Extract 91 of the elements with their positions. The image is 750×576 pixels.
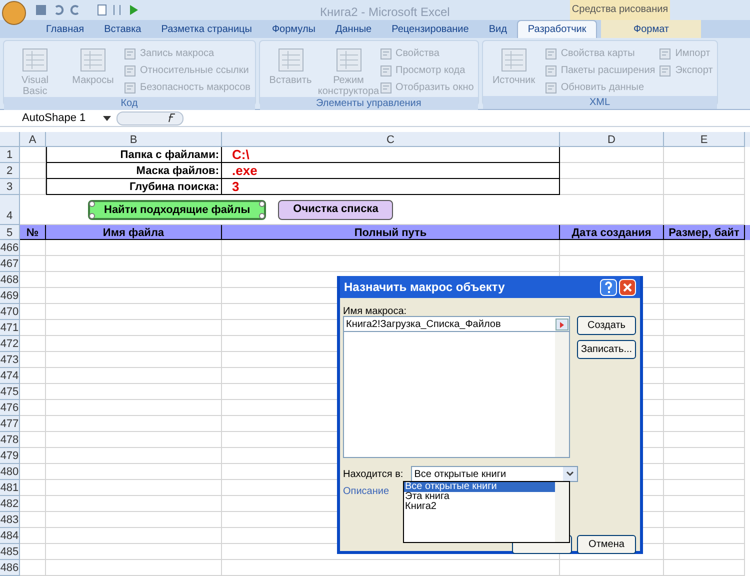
row-header[interactable]: 475 xyxy=(0,384,20,400)
ribbon-tab[interactable]: Вставка xyxy=(94,20,152,38)
macro-shape-button[interactable]: Очистка списка xyxy=(278,200,394,220)
ribbon-tab[interactable]: Разработчик xyxy=(516,20,598,38)
command-icon xyxy=(380,82,392,94)
row-header[interactable]: 2 xyxy=(0,163,20,179)
command-icon xyxy=(124,82,136,94)
command-icon xyxy=(544,48,557,60)
column-header[interactable]: B xyxy=(46,132,222,147)
command-icon xyxy=(659,64,672,76)
row-header[interactable]: 473 xyxy=(0,352,20,368)
table-header: № xyxy=(20,225,46,240)
row-header[interactable]: 5 xyxy=(0,225,20,240)
row-header[interactable]: 484 xyxy=(0,528,20,544)
column-header[interactable]: C xyxy=(222,132,560,147)
row-header[interactable]: 480 xyxy=(0,464,20,480)
row-header[interactable]: 478 xyxy=(0,432,20,448)
scrollbar[interactable] xyxy=(555,332,569,457)
group-title: XML xyxy=(482,96,717,109)
caret-icon[interactable] xyxy=(563,467,578,481)
row-header[interactable]: 1 xyxy=(0,147,20,163)
row-header[interactable]: 471 xyxy=(0,320,20,336)
description-label: Описание xyxy=(343,485,390,499)
help-button[interactable] xyxy=(600,278,617,296)
dialog-title: Назначить макрос объекту xyxy=(344,279,505,296)
window-title: Книга2 - Microsoft Excel xyxy=(320,4,450,21)
group-title: Элементы управления xyxy=(260,97,478,110)
column-header[interactable]: A xyxy=(20,132,46,147)
row-header[interactable]: 483 xyxy=(0,512,20,528)
column-header[interactable]: E xyxy=(664,132,745,147)
command-icon xyxy=(380,48,392,60)
context-group-title: Средства рисования xyxy=(570,0,670,20)
table-cell: 3 xyxy=(222,179,560,195)
collapse-icon[interactable] xyxy=(555,318,569,330)
ribbon-tab[interactable]: Вид xyxy=(478,20,517,38)
table-cell: Маска файлов: xyxy=(46,163,222,179)
name-box[interactable]: AutoShape 1 xyxy=(0,110,115,126)
command-icon xyxy=(659,48,672,60)
row-header[interactable]: 467 xyxy=(0,256,20,272)
dropdown-list[interactable]: Все открытые книги Эта книга Книга2 xyxy=(403,481,570,543)
macro-name-field[interactable]: Книга2!Загрузка_Списка_Файлов xyxy=(343,316,570,332)
table-cell: .exe xyxy=(222,163,560,179)
ribbon-tab[interactable]: Формулы xyxy=(262,20,326,38)
scrollbar[interactable] xyxy=(555,482,569,542)
field-label: Находится в: xyxy=(343,468,404,482)
ribbon-tab[interactable]: Разметка страницы xyxy=(151,20,262,38)
row-header[interactable]: 474 xyxy=(0,368,20,384)
table-cell: Глубина поиска: xyxy=(46,179,222,195)
table-cell: C:\ xyxy=(222,147,560,163)
row-header[interactable]: 482 xyxy=(0,496,20,512)
column-header[interactable]: D xyxy=(560,132,664,147)
location-dropdown[interactable]: Все открытые книги xyxy=(411,466,578,482)
table-header: Имя файла xyxy=(46,225,222,240)
row-header[interactable]: 469 xyxy=(0,288,20,304)
row-header[interactable]: 481 xyxy=(0,480,20,496)
ribbon-tab[interactable]: Данные xyxy=(325,20,382,38)
row-header[interactable]: 479 xyxy=(0,448,20,464)
row-header[interactable]: 485 xyxy=(0,544,20,560)
dropdown-option[interactable]: Все открытые книги xyxy=(404,482,555,492)
row-header[interactable]: 3 xyxy=(0,179,20,195)
ribbon-tab[interactable]: Рецензирование xyxy=(382,20,479,38)
close-button[interactable] xyxy=(619,278,636,296)
row-header[interactable]: 472 xyxy=(0,336,20,352)
group-title: Код xyxy=(4,97,254,110)
macro-shape-button[interactable]: Найти подходящие файлы xyxy=(88,200,266,220)
row-header[interactable]: 466 xyxy=(0,240,20,256)
dropdown-option[interactable]: Книга2 xyxy=(404,502,555,512)
table-header: Полный путь xyxy=(222,225,560,240)
row-header[interactable]: 477 xyxy=(0,416,20,432)
dialog-button[interactable]: Создать xyxy=(577,316,636,335)
row-header[interactable]: 476 xyxy=(0,400,20,416)
row-header[interactable]: 486 xyxy=(0,560,20,576)
command-icon xyxy=(124,48,136,60)
table-header: Дата создания xyxy=(560,225,664,240)
cancel-button[interactable]: Отмена xyxy=(577,535,636,554)
command-icon xyxy=(544,82,557,94)
field-label: Имя макроса: xyxy=(343,305,408,316)
row-header[interactable]: 468 xyxy=(0,272,20,288)
command-icon xyxy=(124,64,136,76)
ribbon-tab[interactable]: Формат xyxy=(601,20,702,38)
row-header[interactable]: 4 xyxy=(0,195,20,225)
command-icon xyxy=(544,64,557,76)
dialog-button[interactable]: Записать... xyxy=(577,340,636,359)
ribbon-tab[interactable]: Главная xyxy=(36,20,94,38)
dropdown-option[interactable]: Эта книга xyxy=(404,492,555,502)
table-cell: Папка с файлами: xyxy=(46,147,222,163)
caret-icon[interactable] xyxy=(103,114,111,122)
table-header: Размер, байт xyxy=(664,225,745,240)
office-button[interactable] xyxy=(2,1,26,25)
row-header[interactable]: 470 xyxy=(0,304,20,320)
command-icon xyxy=(380,64,392,76)
